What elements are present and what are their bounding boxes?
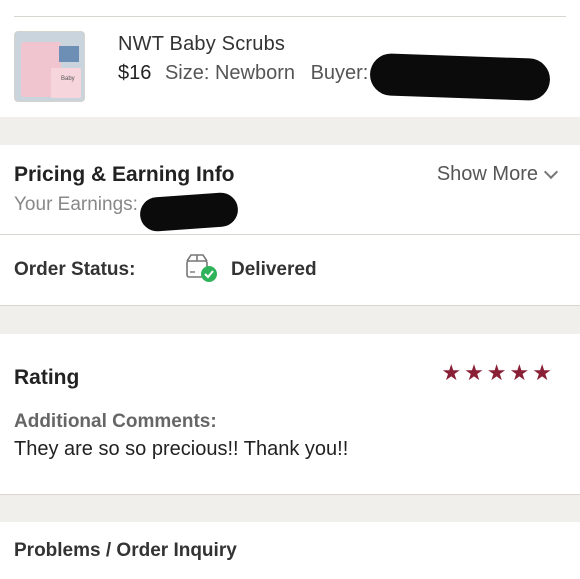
item-thumbnail[interactable]: Baby — [14, 31, 85, 102]
delivered-box-icon — [186, 253, 218, 283]
earnings-label: Your Earnings: — [14, 194, 138, 215]
item-title[interactable]: NWT Baby Scrubs — [118, 33, 285, 56]
section-divider — [0, 305, 580, 306]
star-icon: ★ — [532, 360, 552, 385]
item-price: $16 — [118, 62, 152, 84]
star-icon: ★ — [509, 360, 530, 385]
pricing-card: Pricing & Earning Info Show More Your Ea… — [0, 145, 580, 234]
order-status-label: Order Status: — [14, 259, 136, 280]
star-icon: ★ — [441, 360, 462, 385]
thumb-tag — [59, 46, 79, 62]
order-status-card: Order Status: Delivered — [0, 235, 580, 305]
thumb-text: Baby — [61, 76, 75, 82]
problems-card: Problems / Order Inquiry — [0, 522, 580, 579]
rating-card: Rating ★ ★ ★ ★ ★ Additional Comments: They a… — [0, 334, 580, 494]
show-more-button[interactable]: Show More — [436, 163, 559, 186]
item-meta: $16 Size: Newborn Buyer: — [118, 62, 368, 85]
chevron-down-icon — [543, 164, 559, 180]
top-divider — [14, 16, 566, 17]
earnings-redaction — [138, 191, 240, 233]
star-icon: ★ — [486, 360, 507, 385]
order-status-value: Delivered — [231, 259, 317, 280]
buyer-redaction — [369, 52, 551, 102]
show-more-label: Show More — [436, 163, 538, 185]
thumb-garment-folded — [51, 68, 81, 98]
buyer-label: Buyer: — [310, 62, 369, 84]
problems-inquiry-link[interactable]: Problems / Order Inquiry — [14, 540, 237, 562]
item-size: Size: Newborn — [164, 62, 295, 84]
item-card: Baby NWT Baby Scrubs $16 Size: Newborn B… — [0, 0, 580, 117]
comments-label: Additional Comments: — [14, 411, 217, 432]
comments-text: They are so so precious!! Thank you!! — [14, 438, 349, 460]
section-divider — [0, 494, 580, 495]
star-icon: ★ — [464, 360, 484, 385]
star-rating: ★ ★ ★ ★ ★ — [441, 362, 552, 384]
pricing-title: Pricing & Earning Info — [14, 163, 235, 186]
rating-title: Rating — [14, 366, 80, 389]
